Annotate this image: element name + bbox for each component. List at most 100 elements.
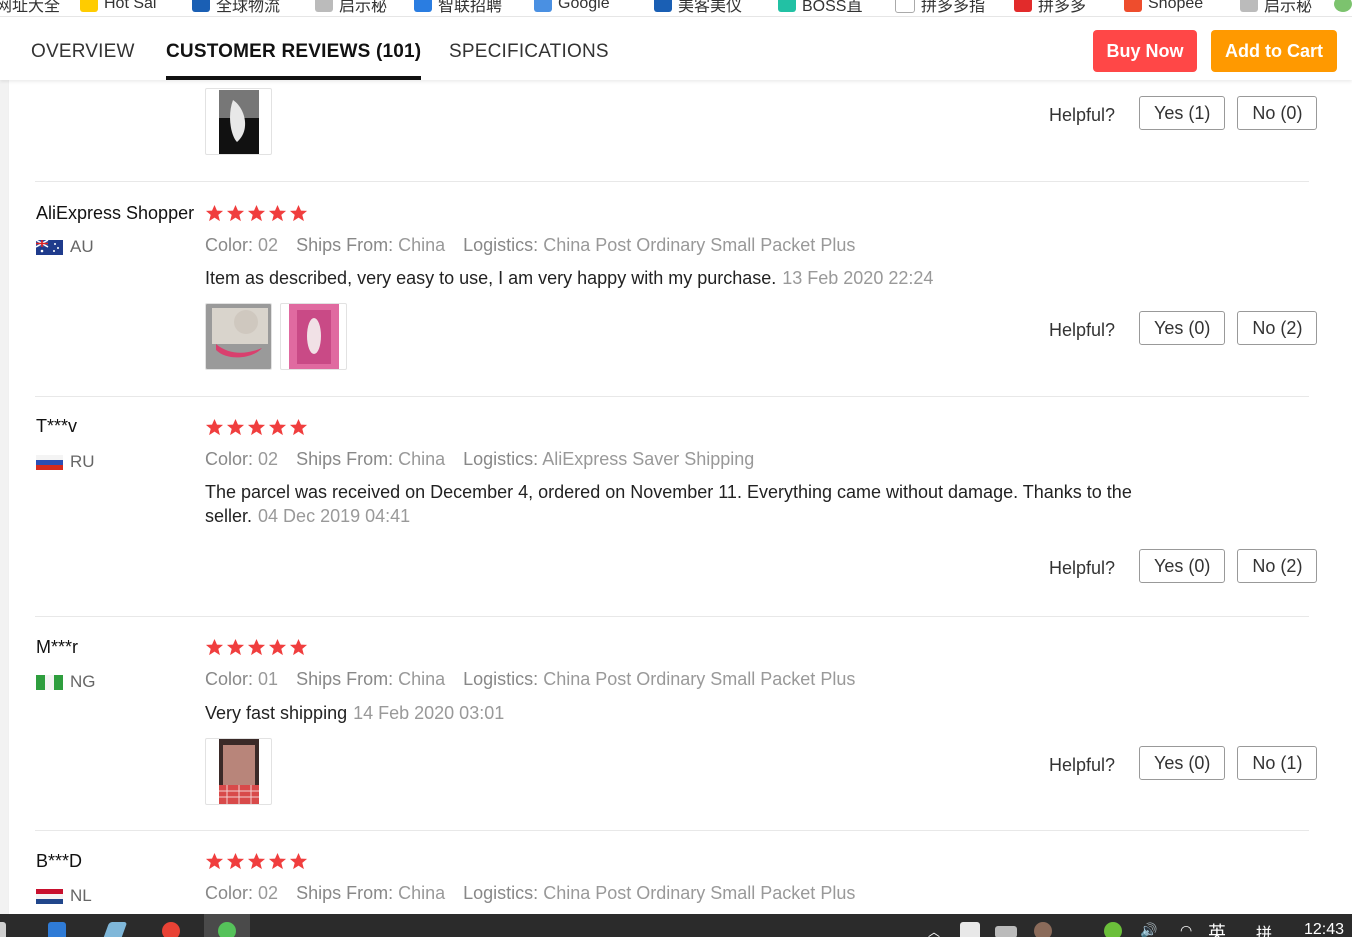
bookmark-item[interactable]: 拼多多 <box>1014 0 1086 15</box>
bookmark-icon <box>654 0 672 12</box>
review-photo-thumbnail[interactable] <box>205 303 272 370</box>
star-icon <box>205 418 224 436</box>
bookmark-item[interactable]: 智联招聘 <box>414 0 502 15</box>
star-rating <box>205 204 308 223</box>
helpful-yes-button[interactable]: Yes (0) <box>1139 746 1226 780</box>
netherlands-flag-icon <box>36 888 63 904</box>
review-photos <box>205 88 272 155</box>
review-meta: Color: 01 Ships From: China Logistics: Chi… <box>205 669 856 689</box>
reviewer-name: M***r <box>36 637 79 657</box>
nigeria-flag-icon <box>36 674 63 690</box>
ships-from: China <box>398 883 446 903</box>
star-icon <box>268 418 287 436</box>
bookmark-item[interactable]: 网址大全 <box>0 0 60 15</box>
bookmark-icon <box>1240 0 1258 12</box>
bookmark-icon <box>414 0 432 12</box>
logistics: China Post Ordinary Small Packet Plus <box>543 235 856 255</box>
ime-language-indicator[interactable]: 英 <box>1208 919 1226 937</box>
page-icon <box>895 0 915 13</box>
helpful-yes-button[interactable]: Yes (0) <box>1139 549 1226 583</box>
helpful-no-button[interactable]: No (1) <box>1237 746 1318 780</box>
reviewer-country: AU <box>36 237 94 257</box>
review-meta: Color: 02 Ships From: China Logistics: Chi… <box>205 883 856 903</box>
bookmark-item[interactable]: 启示秘 <box>315 0 387 15</box>
star-icon <box>289 638 308 656</box>
bookmarks-bar: 网址大全 Hot Sal 全球物流 启示秘 智联招聘 Google 美客美仪 B… <box>0 0 1352 17</box>
bookmark-item[interactable]: 拼多多指 <box>895 0 985 15</box>
bookmark-item[interactable]: 美客美仪 <box>654 0 742 15</box>
bookmark-item[interactable] <box>1334 0 1352 15</box>
star-icon <box>247 418 266 436</box>
review-date: 14 Feb 2020 03:01 <box>353 703 505 723</box>
tray-icon[interactable] <box>1034 922 1052 937</box>
volume-icon[interactable]: 🔊 <box>1140 922 1157 937</box>
ime-mode-indicator[interactable]: 拼 <box>1256 920 1272 937</box>
start-icon[interactable] <box>0 922 6 937</box>
wifi-icon[interactable]: ◠ <box>1180 922 1192 937</box>
review-divider <box>35 181 1309 182</box>
russia-flag-icon <box>36 454 63 470</box>
tab-specifications[interactable]: SPECIFICATIONS <box>449 17 609 80</box>
helpful-vote-group: Helpful? Yes (1) No (0) <box>1049 96 1318 130</box>
helpful-yes-button[interactable]: Yes (0) <box>1139 311 1226 345</box>
photo-image <box>218 89 259 154</box>
bookmark-icon <box>778 0 796 12</box>
chrome-icon[interactable] <box>162 922 180 937</box>
bookmark-item[interactable]: Hot Sal <box>80 0 156 15</box>
os-taskbar: ︿ 🔊 ◠ 英 拼 12:43 <box>0 914 1352 937</box>
review-meta: Color: 02 Ships From: China Logistics: Chi… <box>205 235 856 255</box>
tray-icon[interactable] <box>1104 922 1122 937</box>
browser-app-icon[interactable] <box>218 922 236 937</box>
ships-from: China <box>398 235 446 255</box>
star-icon <box>289 204 308 222</box>
helpful-yes-button[interactable]: Yes (1) <box>1139 96 1226 130</box>
reviewer-country: NL <box>36 886 92 906</box>
star-icon <box>226 418 245 436</box>
review-photo-thumbnail[interactable] <box>280 303 347 370</box>
star-icon <box>247 204 266 222</box>
bookmark-icon <box>315 0 333 12</box>
outlook-icon[interactable] <box>48 922 66 937</box>
bookmark-item[interactable]: 启示秘 <box>1240 0 1312 15</box>
reviewer-country: RU <box>36 452 95 472</box>
star-icon <box>205 638 224 656</box>
tab-customer-reviews[interactable]: CUSTOMER REVIEWS (101) <box>166 17 422 80</box>
chevron-up-icon[interactable]: ︿ <box>928 923 940 937</box>
helpful-no-button[interactable]: No (2) <box>1237 549 1318 583</box>
star-rating <box>205 852 308 871</box>
bookmark-icon <box>1124 0 1142 12</box>
file-icon[interactable] <box>102 922 128 937</box>
bookmark-icon <box>192 0 210 12</box>
bookmark-item[interactable]: Google <box>534 0 610 15</box>
helpful-no-button[interactable]: No (2) <box>1237 311 1318 345</box>
review-photo-thumbnail[interactable] <box>205 88 272 155</box>
review-photo-thumbnail[interactable] <box>205 738 272 805</box>
bookmark-item[interactable]: BOSS直 <box>778 0 862 15</box>
add-to-cart-button[interactable]: Add to Cart <box>1211 30 1337 72</box>
review-divider <box>35 830 1309 831</box>
bookmark-item[interactable]: Shopee <box>1124 0 1203 15</box>
helpful-vote-group: Helpful? Yes (0) No (2) <box>1049 311 1318 345</box>
australia-flag-icon <box>36 239 63 255</box>
star-icon <box>268 852 287 870</box>
review-divider <box>35 616 1309 617</box>
star-icon <box>247 638 266 656</box>
review-photos <box>205 738 272 805</box>
star-rating <box>205 418 308 437</box>
bookmark-icon <box>1334 0 1352 12</box>
helpful-label: Helpful? <box>1049 104 1116 125</box>
review-text: The parcel was received on December 4, o… <box>205 482 1132 526</box>
bookmark-item[interactable]: 全球物流 <box>192 0 280 15</box>
review-divider <box>35 396 1309 397</box>
battery-icon <box>995 926 1017 937</box>
star-icon <box>289 852 308 870</box>
helpful-no-button[interactable]: No (0) <box>1237 96 1318 130</box>
system-clock[interactable]: 12:43 <box>1304 921 1344 937</box>
star-icon <box>205 852 224 870</box>
tray-icon[interactable] <box>960 922 980 937</box>
buy-now-button[interactable]: Buy Now <box>1093 30 1197 72</box>
tab-overview[interactable]: OVERVIEW <box>31 17 135 80</box>
star-icon <box>289 418 308 436</box>
review-meta: Color: 02 Ships From: China Logistics: Ali… <box>205 449 755 469</box>
star-icon <box>268 204 287 222</box>
